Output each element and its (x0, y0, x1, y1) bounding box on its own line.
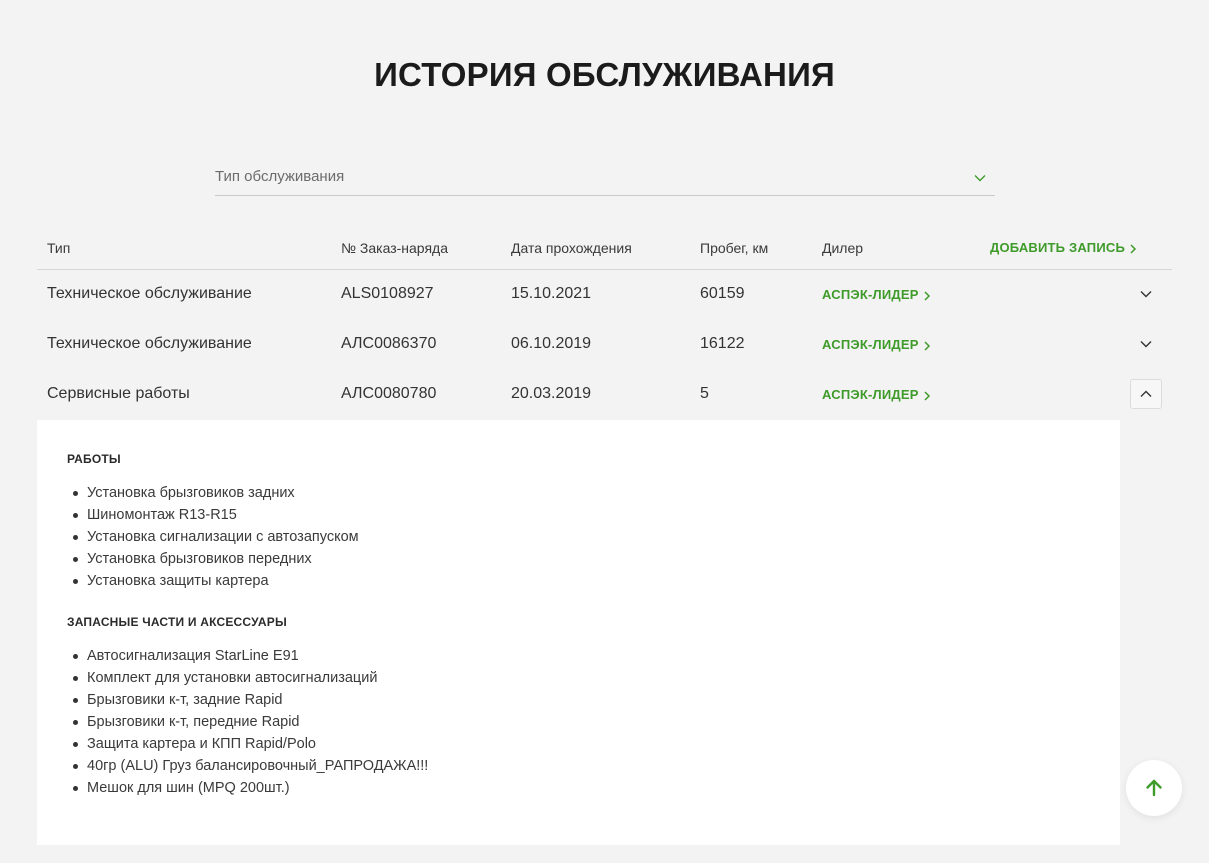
list-item: Мешок для шин (MPQ 200шт.) (72, 777, 428, 799)
header-dealer: Дилер (822, 240, 864, 256)
header-date: Дата прохождения (511, 240, 632, 256)
header-mileage: Пробег, км (700, 240, 769, 256)
chevron-up-icon (1140, 390, 1152, 397)
service-type-select[interactable]: Тип обслуживания (215, 160, 995, 196)
header-order: № Заказ-наряда (341, 240, 448, 256)
list-item: Защита картера и КПП Rapid/Polo (72, 733, 428, 755)
dealer-label: АСПЭК-ЛИДЕР (822, 287, 919, 302)
list-item: Комплект для установки автосигнализаций (72, 667, 428, 689)
row-mileage: 60159 (700, 285, 745, 302)
arrow-up-icon (1146, 779, 1162, 797)
chevron-right-icon (924, 291, 930, 301)
add-record-button[interactable]: ДОБАВИТЬ ЗАПИСЬ (990, 240, 1137, 255)
row-details-panel: РАБОТЫ Установка брызговиков задних Шино… (37, 420, 1120, 845)
page-title: ИСТОРИЯ ОБСЛУЖИВАНИЯ (374, 56, 835, 93)
header-type: Тип (47, 240, 71, 256)
list-item: Установка брызговиков передних (73, 548, 359, 570)
chevron-down-icon (1140, 341, 1152, 348)
parts-list: Автосигнализация StarLine E91 Комплект д… (72, 645, 428, 799)
scroll-to-top-button[interactable] (1126, 760, 1182, 816)
row-date: 06.10.2019 (511, 335, 592, 352)
row-type: Сервисные работы (47, 385, 190, 402)
row-date: 15.10.2021 (511, 285, 592, 302)
row-mileage: 5 (700, 385, 709, 402)
table-row[interactable]: Техническое обслуживание ALS0108927 15.1… (37, 270, 1172, 320)
table-header: Тип № Заказ-наряда Дата прохождения Проб… (37, 228, 1172, 270)
row-order: АЛС0080780 (341, 385, 437, 402)
list-item: Установка защиты картера (73, 570, 359, 592)
works-title: РАБОТЫ (67, 452, 121, 466)
row-mileage: 16122 (700, 335, 745, 352)
collapse-row-button[interactable] (1130, 379, 1162, 409)
list-item: Брызговики к-т, передние Rapid (72, 711, 428, 733)
list-item: Установка брызговиков задних (73, 482, 359, 504)
dealer-label: АСПЭК-ЛИДЕР (822, 387, 919, 402)
list-item: Автосигнализация StarLine E91 (72, 645, 428, 667)
chevron-right-icon (1130, 244, 1137, 254)
add-record-label: ДОБАВИТЬ ЗАПИСЬ (990, 240, 1126, 255)
parts-title: ЗАПАСНЫЕ ЧАСТИ И АКСЕССУАРЫ (67, 615, 287, 629)
row-type: Техническое обслуживание (47, 335, 252, 352)
service-type-placeholder: Тип обслуживания (215, 168, 345, 185)
chevron-right-icon (924, 341, 930, 351)
list-item: Установка сигнализации с автозапуском (73, 526, 359, 548)
list-item: Брызговики к-т, задние Rapid (72, 689, 428, 711)
list-item: Шиномонтаж R13-R15 (73, 504, 359, 526)
row-order: АЛС0086370 (341, 335, 437, 352)
works-list: Установка брызговиков задних Шиномонтаж … (73, 482, 359, 592)
row-type: Техническое обслуживание (47, 285, 252, 302)
row-date: 20.03.2019 (511, 385, 592, 402)
table-row[interactable]: Техническое обслуживание АЛС0086370 06.1… (37, 320, 1172, 370)
list-item: 40гр (ALU) Груз балансировочный_РАПРОДАЖ… (72, 755, 428, 777)
expand-row-button[interactable] (1130, 279, 1162, 309)
dealer-label: АСПЭК-ЛИДЕР (822, 337, 919, 352)
row-order: ALS0108927 (341, 285, 434, 302)
dealer-link[interactable]: АСПЭК-ЛИДЕР (822, 287, 931, 302)
chevron-right-icon (924, 391, 930, 401)
table-row[interactable]: Сервисные работы АЛС0080780 20.03.2019 5… (37, 370, 1172, 420)
dealer-link[interactable]: АСПЭК-ЛИДЕР (822, 387, 931, 402)
chevron-down-icon (1140, 291, 1152, 298)
chevron-down-icon (974, 175, 986, 182)
dealer-link[interactable]: АСПЭК-ЛИДЕР (822, 337, 931, 352)
expand-row-button[interactable] (1130, 329, 1162, 359)
